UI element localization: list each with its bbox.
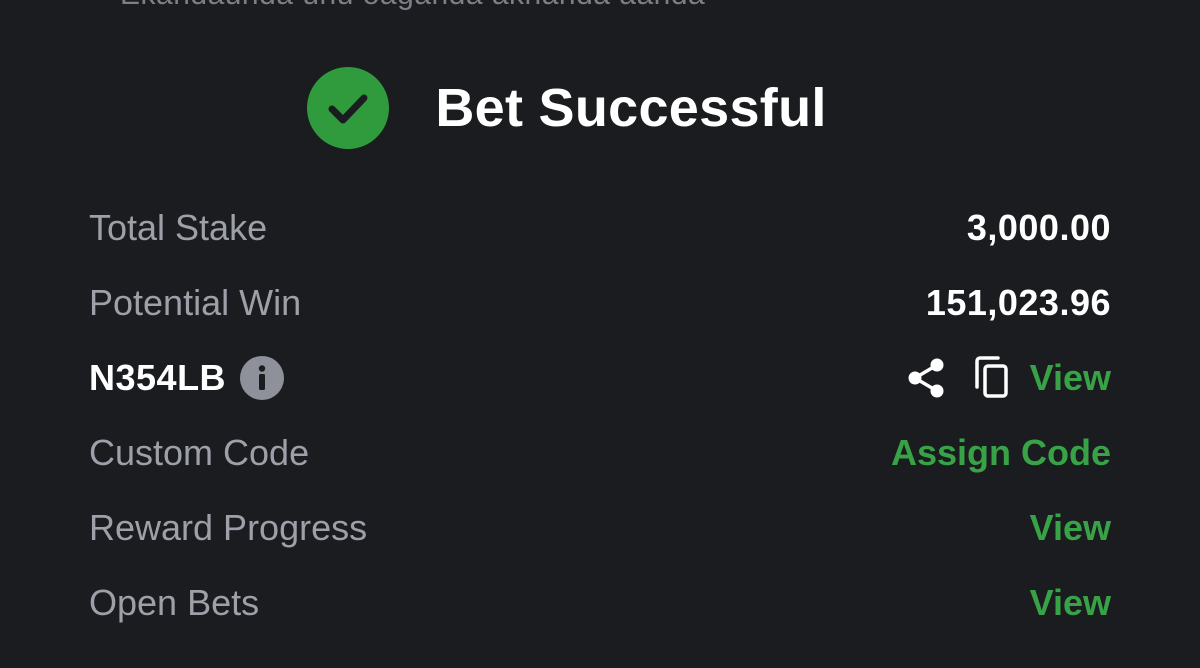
assign-code-link[interactable]: Assign Code xyxy=(891,432,1111,474)
custom-code-row: Custom Code Assign Code xyxy=(89,415,1111,490)
booking-code-row: N354LB View xyxy=(89,340,1111,415)
share-icon[interactable] xyxy=(904,356,948,400)
view-booking-code-link[interactable]: View xyxy=(1030,357,1111,399)
bet-confirmation-screen: Ekandaunda unu oaganda aknanda aanda Bet… xyxy=(0,0,1200,668)
reward-progress-row: Reward Progress View xyxy=(89,490,1111,565)
potential-win-row: Potential Win 151,023.96 xyxy=(89,265,1111,340)
previous-content-text: Ekandaunda unu oaganda aknanda aanda xyxy=(120,0,705,12)
potential-win-value: 151,023.96 xyxy=(925,281,1111,323)
open-bets-row: Open Bets View xyxy=(89,565,1111,640)
view-open-bets-link[interactable]: View xyxy=(1030,582,1111,624)
copy-icon[interactable] xyxy=(970,355,1014,401)
booking-code-actions: View xyxy=(904,355,1111,401)
potential-win-label: Potential Win xyxy=(89,281,302,323)
view-reward-progress-link[interactable]: View xyxy=(1030,507,1111,549)
info-icon[interactable] xyxy=(240,355,285,400)
total-stake-row: Total Stake 3,000.00 xyxy=(89,190,1111,265)
booking-code: N354LB xyxy=(89,356,227,398)
total-stake-value: 3,000.00 xyxy=(966,206,1111,248)
reward-progress-label: Reward Progress xyxy=(89,506,368,548)
bet-summary-list: Total Stake 3,000.00 Potential Win 151,0… xyxy=(89,190,1111,640)
custom-code-label: Custom Code xyxy=(89,431,310,473)
total-stake-label: Total Stake xyxy=(89,206,268,248)
booking-code-group: N354LB xyxy=(89,355,285,400)
page-title: Bet Successful xyxy=(435,78,827,138)
check-circle-icon xyxy=(307,67,390,149)
bet-success-header: Bet Successful xyxy=(0,66,1200,150)
open-bets-label: Open Bets xyxy=(89,581,260,623)
